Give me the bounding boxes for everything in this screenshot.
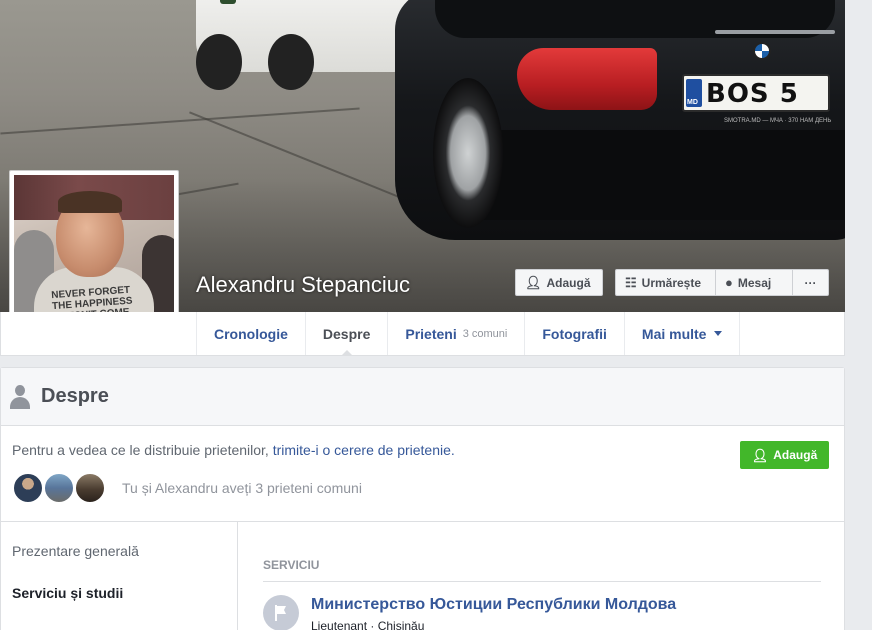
plate-country: MD <box>687 99 698 106</box>
plate-subtext: SMOTRA.MD — МЧА · 370 НАМ ДЕНЬ <box>724 118 832 124</box>
message-button[interactable]: ● Mesaj <box>715 269 793 296</box>
nav-item-overview[interactable]: Prezentare generală <box>12 543 139 559</box>
tab-timeline[interactable]: Cronologie <box>196 312 305 355</box>
about-title: Despre <box>41 385 109 407</box>
car-bumper <box>455 130 845 220</box>
add-friend-icon: 👤︎ <box>751 447 769 463</box>
car-wheel <box>196 34 242 90</box>
workplace-detail: Lieutenant · Chișinău <box>311 619 425 630</box>
tab-label: Fotografii <box>542 325 607 342</box>
car-wheel <box>268 34 314 90</box>
more-options-label: ··· <box>804 275 817 290</box>
flag-icon <box>275 605 286 621</box>
license-plate: MD BOS 5 SMOTRA.MD — МЧА · 370 НАМ ДЕНЬ <box>682 74 831 124</box>
about-card: Despre Pentru a vedea ce le distribuie p… <box>0 367 845 630</box>
messenger-icon: ● <box>725 275 733 290</box>
nav-item-work-education[interactable]: Serviciu și studii <box>12 585 123 601</box>
work-section-header: SERVICIU <box>263 558 821 582</box>
tab-label: Mai multe <box>641 325 707 342</box>
tab-more[interactable]: Mai multe <box>623 312 741 355</box>
mutual-friends-text[interactable]: Tu și Alexandru aveți 3 prieteni comuni <box>122 480 362 496</box>
mutual-friends-avatars <box>12 472 106 504</box>
add-friend-label: Adaugă <box>546 275 591 290</box>
profile-tab-bar: Cronologie Despre Prieteni 3 comuni Fotog… <box>0 312 845 356</box>
plate-text: BOS 5 <box>706 79 799 109</box>
avatar[interactable] <box>43 472 75 504</box>
car-wheel <box>433 78 503 228</box>
person-icon <box>9 384 31 409</box>
rss-icon: ☷ <box>625 275 637 290</box>
car-emblem <box>220 0 236 4</box>
car-trim <box>715 30 835 34</box>
more-options-button[interactable]: ··· <box>792 269 829 296</box>
chevron-down-icon <box>714 331 723 336</box>
profile-photo: NEVER FORGET THE HAPPINESS DOESN'T COME <box>14 175 174 335</box>
car-taillight <box>517 48 657 110</box>
profile-name[interactable]: Alexandru Stepanciuc <box>196 272 410 298</box>
car-number: 9726 <box>246 0 273 2</box>
add-friend-button[interactable]: 👤︎ Adaugă <box>515 269 603 296</box>
notice-text: Pentru a vedea ce le distribuie prieteni… <box>12 442 269 458</box>
mutual-friends-count: 3 comuni <box>462 327 508 340</box>
tab-friends[interactable]: Prieteni 3 comuni <box>387 312 524 355</box>
bmw-logo-icon <box>753 42 771 60</box>
add-friend-button-green[interactable]: 👤︎ Adaugă <box>740 441 829 469</box>
tab-label: Despre <box>322 325 371 342</box>
friend-request-section: Pentru a vedea ce le distribuie prieteni… <box>1 426 844 522</box>
add-friend-icon: 👤︎ <box>525 275 542 290</box>
tab-about[interactable]: Despre <box>304 312 387 356</box>
workplace-icon <box>263 595 299 630</box>
follow-button[interactable]: ☷ Urmărește <box>615 269 716 296</box>
white-car: 9726 <box>196 0 416 90</box>
message-label: Mesaj <box>737 275 772 290</box>
workplace-name[interactable]: Министерство Юстиции Республики Молдова <box>311 596 676 614</box>
profile-tabs: Cronologie Despre Prieteni 3 comuni Fotog… <box>196 312 741 356</box>
tab-photos[interactable]: Fotografii <box>524 312 624 355</box>
about-header: Despre <box>1 368 844 426</box>
tab-label: Prieteni <box>405 325 457 342</box>
friend-request-notice: Pentru a vedea ce le distribuie prieteni… <box>12 442 455 458</box>
black-car: MD BOS 5 SMOTRA.MD — МЧА · 370 НАМ ДЕНЬ <box>395 0 845 240</box>
send-friend-request-link[interactable]: trimite-i o cerere de prietenie. <box>273 442 455 458</box>
follow-label: Urmărește <box>641 275 702 290</box>
about-nav: Prezentare generală Serviciu și studii <box>1 522 238 630</box>
asphalt-crack <box>0 107 360 135</box>
plate-flag-icon: MD <box>686 79 702 107</box>
avatar[interactable] <box>74 472 106 504</box>
avatar[interactable] <box>12 472 44 504</box>
photo-hair <box>58 191 122 213</box>
tab-label: Cronologie <box>214 325 288 342</box>
add-friend-label: Adaugă <box>773 448 818 462</box>
